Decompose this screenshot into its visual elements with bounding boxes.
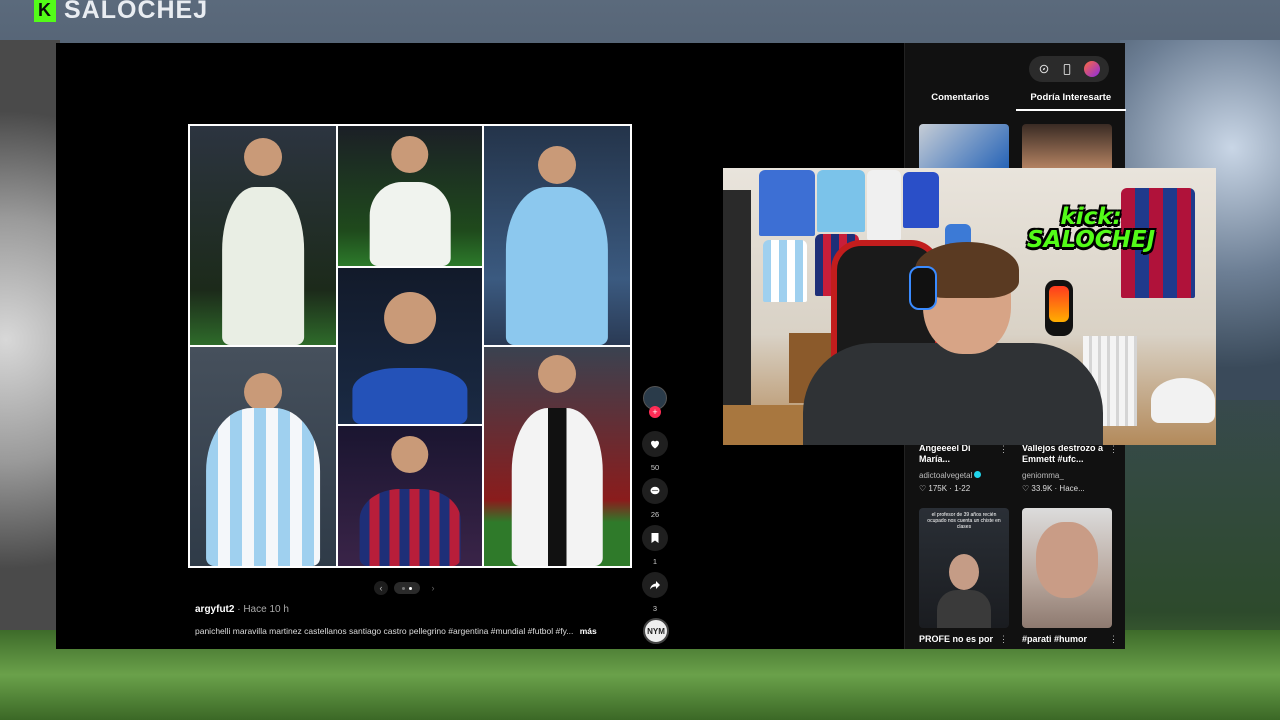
video-title[interactable]: #parati #humor (1022, 634, 1108, 645)
collage-photo-3 (484, 126, 630, 345)
framed-jersey (867, 170, 901, 240)
video-author[interactable]: geniomma_ (1022, 471, 1064, 480)
player-jersey (511, 408, 603, 566)
carousel-dot[interactable] (402, 586, 405, 590)
share-icon[interactable] (642, 572, 668, 598)
carousel-dot-active[interactable] (409, 586, 412, 590)
music-disc-icon[interactable]: NYM (643, 618, 669, 644)
stream-brand: K SALOCHEJ (34, 0, 208, 25)
carousel-next-button[interactable]: › (426, 581, 440, 595)
brand-name: SALOCHEJ (64, 0, 209, 24)
kick-tag-line2: SALOCHEJ (1027, 227, 1156, 253)
more-options-icon[interactable]: ⋮ (999, 444, 1008, 455)
kick-logo-icon: K (34, 0, 56, 22)
post-time: · Hace 10 h (234, 604, 289, 615)
collage-photo-7 (484, 347, 630, 566)
video-author[interactable]: adictoalvegetal (919, 471, 982, 480)
collage-photo-4 (338, 268, 482, 424)
caption-more-link[interactable]: más (580, 626, 597, 636)
save-action[interactable]: 1 (641, 525, 669, 566)
player-face (391, 136, 429, 174)
thumbnail-person-body (937, 590, 991, 628)
tab-comments[interactable]: Comentarios (905, 92, 1016, 111)
collage-photo-1 (190, 126, 336, 345)
compass-icon[interactable] (1038, 63, 1050, 75)
player-jersey (359, 489, 461, 566)
comment-count: 26 (650, 510, 660, 519)
post-caption-text: panichelli maravilla martinez castellano… (195, 626, 574, 636)
video-title[interactable]: Vallejos destrozo a Emmett #ufc... (1022, 443, 1108, 465)
streamer-body (803, 343, 1103, 445)
kick-tag-line1: kick: (1060, 204, 1122, 230)
carousel-dots (394, 582, 420, 594)
collage-photo-2 (338, 126, 482, 266)
carousel-controls: ‹ › (374, 581, 440, 595)
framed-jersey (759, 170, 815, 236)
profile-avatar[interactable] (1083, 61, 1100, 77)
player-jersey (505, 187, 609, 345)
thumbnail-caption: el profesor de 39 años recién ocupado no… (927, 512, 1001, 530)
like-count: 50 (650, 463, 660, 472)
save-count: 1 (652, 557, 658, 566)
side-toolbar (1029, 56, 1109, 82)
kick-channel-tag: kick: SALOCHEJ (1027, 206, 1155, 252)
more-options-icon[interactable]: ⋮ (1109, 444, 1118, 455)
collage-photo-5 (190, 347, 336, 566)
carousel-prev-button[interactable]: ‹ (374, 581, 388, 595)
tab-recommended[interactable]: Podría Interesarte (1015, 92, 1126, 111)
more-options-icon[interactable]: ⋮ (999, 634, 1008, 645)
framed-jersey (817, 170, 865, 232)
video-thumbnail[interactable] (1022, 508, 1112, 628)
phone-icon[interactable] (1061, 63, 1073, 75)
thumbnail-person (949, 554, 979, 590)
framed-jersey (903, 172, 939, 228)
comment-action[interactable]: 26 (641, 478, 669, 519)
player-face (244, 373, 282, 411)
player-face (538, 146, 576, 184)
post-image-collage[interactable] (188, 124, 632, 568)
video-title[interactable]: Angeeeel Di María... (919, 443, 997, 465)
player-jersey (352, 367, 468, 424)
side-tabs: Comentarios Podría Interesarte (905, 92, 1126, 111)
player-face (391, 436, 429, 474)
video-stats: ♡ 33.9K · Hace... (1022, 484, 1085, 493)
like-action[interactable]: 50 (641, 431, 669, 472)
background-ball (0, 40, 60, 640)
collage-photo-6 (338, 426, 482, 566)
share-count: 3 (652, 604, 658, 613)
framed-jersey (763, 240, 807, 302)
post-author[interactable]: argyfut2 (195, 604, 234, 615)
video-thumbnail[interactable]: el profesor de 39 años recién ocupado no… (919, 508, 1009, 628)
microphone-light (1049, 286, 1069, 322)
video-stats: ♡ 175K · 1-22 (919, 484, 971, 493)
player-jersey (369, 182, 451, 266)
player-face (244, 138, 282, 176)
share-action[interactable]: 3 (641, 572, 669, 613)
more-options-icon[interactable]: ⋮ (1109, 634, 1118, 645)
room-cap (1151, 378, 1215, 423)
player-face (538, 355, 576, 393)
streamer-webcam: kick: SALOCHEJ (723, 168, 1216, 445)
player-jersey (206, 408, 320, 566)
bookmark-icon[interactable] (642, 525, 668, 551)
post-author-line: argyfut2 · Hace 10 h (195, 604, 289, 615)
comment-icon[interactable] (642, 478, 668, 504)
player-jersey (222, 187, 304, 345)
headset-icon (909, 266, 937, 310)
follow-button[interactable]: + (649, 406, 661, 418)
thumbnail-person (1036, 522, 1098, 598)
player-face (384, 292, 436, 344)
verified-icon (974, 471, 982, 478)
post-caption: panichelli maravilla martinez castellano… (195, 626, 635, 636)
video-title[interactable]: PROFE no es por (919, 634, 997, 645)
heart-icon[interactable] (642, 431, 668, 457)
